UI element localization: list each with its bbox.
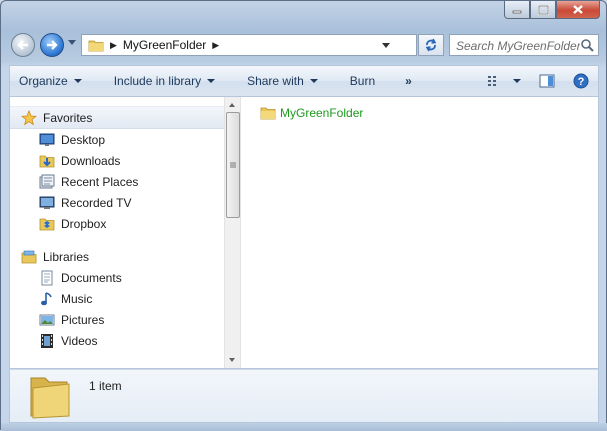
sidebar-item-label: Desktop — [61, 132, 106, 147]
sidebar-item-desktop[interactable]: Desktop — [10, 129, 224, 150]
back-arrow-icon — [17, 40, 28, 50]
breadcrumb-separator-icon[interactable]: ▶ — [212, 40, 219, 51]
videos-icon — [41, 333, 53, 348]
sidebar-item-label: Music — [61, 291, 93, 306]
back-button[interactable] — [11, 33, 35, 57]
downloads-icon — [39, 155, 55, 167]
include-in-library-menu[interactable]: Include in library — [105, 66, 224, 96]
sidebar-item-label: Videos — [61, 333, 98, 348]
sidebar-item-recorded-tv[interactable]: Recorded TV — [10, 192, 224, 213]
folder-name: MyGreenFolder — [280, 106, 364, 120]
dropbox-icon — [39, 218, 55, 230]
command-bar: Organize Include in library Share with B… — [9, 65, 599, 97]
recent-places-icon — [39, 174, 55, 188]
documents-icon — [41, 270, 53, 285]
help-button[interactable]: ? — [564, 66, 598, 96]
chevron-down-icon — [513, 79, 521, 83]
maximize-button[interactable] — [530, 1, 556, 19]
sidebar-item-dropbox[interactable]: Dropbox — [10, 213, 224, 234]
search-icon[interactable] — [580, 38, 594, 52]
breadcrumb-item[interactable]: MyGreenFolder — [123, 38, 206, 52]
include-in-library-label: Include in library — [113, 74, 202, 88]
sidebar-item-music[interactable]: Music — [10, 288, 224, 309]
sidebar-group-libraries[interactable]: Libraries — [10, 246, 224, 267]
organize-menu[interactable]: Organize — [10, 66, 91, 96]
preview-pane-button[interactable] — [530, 66, 564, 96]
close-button[interactable] — [556, 1, 600, 19]
music-icon — [41, 291, 52, 305]
sidebar-item-pictures[interactable]: Pictures — [10, 309, 224, 330]
view-icon — [488, 76, 496, 86]
sidebar-item-label: Downloads — [61, 153, 121, 168]
libraries-icon — [21, 250, 37, 263]
organize-label: Organize — [19, 74, 68, 88]
address-dropdown-icon[interactable] — [382, 43, 390, 48]
folder-icon — [88, 40, 104, 52]
details-pane: 1 item — [9, 369, 599, 423]
sidebar-item-label: Pictures — [61, 312, 105, 327]
sidebar-item-label: Recorded TV — [61, 195, 132, 210]
pictures-icon — [39, 314, 55, 325]
chevron-down-icon — [73, 79, 82, 83]
view-controls: ? — [478, 66, 598, 96]
more-commands-button[interactable]: » — [396, 66, 421, 96]
scroll-down-icon[interactable] — [229, 358, 235, 362]
recent-pages-dropdown[interactable] — [68, 40, 76, 45]
sidebar-item-label: Recent Places — [61, 174, 139, 189]
refresh-button[interactable] — [418, 34, 444, 56]
navigation-pane: Favorites Desktop Downloads Recent Place… — [10, 97, 224, 368]
sidebar-item-recent-places[interactable]: Recent Places — [10, 171, 224, 192]
navigation-pane-scrollbar[interactable] — [224, 97, 241, 368]
burn-label: Burn — [349, 74, 376, 88]
desktop-icon — [39, 133, 55, 146]
maximize-icon — [537, 4, 549, 15]
search-input[interactable] — [454, 36, 582, 56]
sidebar-item-downloads[interactable]: Downloads — [10, 150, 224, 171]
close-icon — [573, 5, 583, 14]
scrollbar-thumb[interactable] — [226, 112, 240, 218]
sidebar-item-videos[interactable]: Videos — [10, 330, 224, 351]
star-icon — [21, 109, 37, 125]
sidebar-item-label: Documents — [61, 270, 122, 285]
folder-item[interactable]: MyGreenFolder — [260, 105, 363, 121]
preview-pane-icon — [539, 74, 555, 88]
breadcrumb-separator-icon[interactable]: ▶ — [110, 40, 117, 51]
refresh-icon — [425, 38, 437, 52]
search-box — [449, 34, 599, 56]
scroll-up-icon[interactable] — [229, 103, 235, 107]
sidebar-item-label: Dropbox — [61, 216, 107, 231]
change-view-button[interactable] — [478, 66, 530, 96]
main-content: Favorites Desktop Downloads Recent Place… — [9, 97, 599, 369]
caption-buttons — [504, 1, 600, 21]
burn-button[interactable]: Burn — [341, 66, 384, 96]
recorded-tv-icon — [39, 196, 55, 209]
sidebar-group-label: Favorites — [43, 110, 93, 125]
svg-text:?: ? — [578, 76, 585, 88]
sidebar-item-documents[interactable]: Documents — [10, 267, 224, 288]
address-bar[interactable]: ▶ MyGreenFolder ▶ — [81, 34, 417, 56]
chevron-down-icon — [309, 79, 318, 83]
navigation-bar: ▶ MyGreenFolder ▶ — [9, 31, 599, 59]
explorer-window: ▶ MyGreenFolder ▶ Organize Include in li… — [0, 0, 607, 431]
minimize-icon — [512, 10, 522, 13]
help-icon: ? — [573, 73, 589, 89]
minimize-button[interactable] — [504, 1, 530, 19]
more-label: » — [405, 74, 412, 88]
folder-icon — [260, 107, 276, 120]
forward-button[interactable] — [40, 33, 64, 57]
forward-arrow-icon — [47, 40, 58, 50]
sidebar-group-favorites[interactable]: Favorites — [10, 106, 224, 129]
file-list: MyGreenFolder — [241, 97, 598, 368]
folder-icon — [30, 377, 70, 419]
chevron-down-icon — [207, 79, 216, 83]
sidebar-group-label: Libraries — [43, 249, 90, 264]
grip-icon — [230, 162, 236, 168]
share-with-label: Share with — [247, 74, 304, 88]
share-with-menu[interactable]: Share with — [238, 66, 327, 96]
item-count: 1 item — [89, 379, 122, 393]
